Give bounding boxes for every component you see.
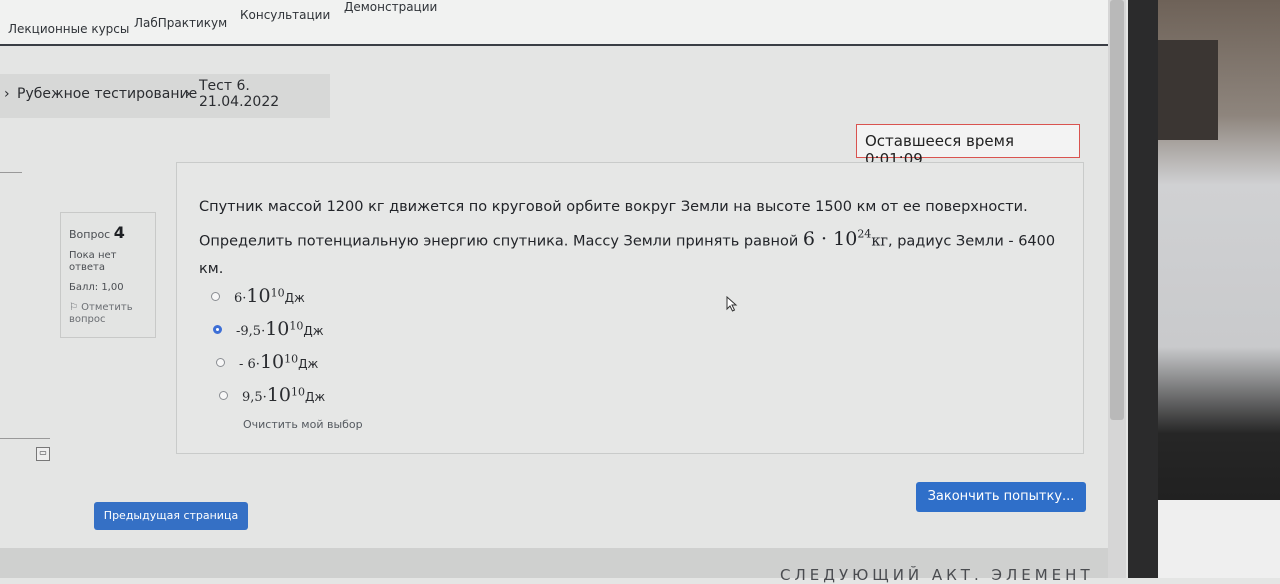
background-paper (1158, 500, 1280, 578)
next-activity-link[interactable]: СЛЕДУЮЩИЙ АКТ. ЭЛЕМЕНТ (780, 566, 1094, 584)
divider (0, 438, 50, 439)
earth-mass-formula: 6 · 1024 (803, 228, 871, 250)
breadcrumb-separator: › (185, 86, 191, 102)
top-navigation: Лекционные курсы ЛабПрактикум Консультац… (0, 0, 1108, 46)
divider (0, 172, 22, 173)
answer-text-2: -9,5·1010Дж (236, 318, 324, 340)
breadcrumb-item-test[interactable]: Тест 6. 21.04.2022 (199, 78, 330, 110)
earth-mass-exp: 24 (857, 228, 872, 241)
question-line-1: Спутник массой 1200 кг движется по круго… (199, 199, 1028, 215)
answer-status: Пока нет ответа (69, 250, 117, 273)
monitor-bezel (1128, 0, 1158, 578)
question-number-value: 4 (113, 223, 125, 242)
question-score: Балл: 1,00 (69, 282, 124, 293)
mouse-cursor-icon (726, 296, 738, 312)
nav-item-consultations[interactable]: Консультации (240, 8, 330, 22)
earth-mass-coef: 6 · 10 (802, 228, 858, 251)
flag-question-button[interactable]: ⚐ Отметить вопрос (69, 302, 147, 326)
answer-radio-1[interactable] (211, 291, 220, 301)
remaining-time: Оставшееся время 0:01:09 (856, 124, 1080, 168)
answer-option-1[interactable]: 6·1010Дж (211, 285, 305, 307)
nav-item-demonstrations[interactable]: Демонстрации (344, 0, 437, 14)
answer-radio-3[interactable] (216, 357, 225, 367)
question-info-panel: Вопрос 4 Пока нет ответа Балл: 1,00 ⚐ От… (60, 212, 156, 338)
previous-page-button[interactable]: Предыдущая страница (94, 502, 248, 530)
question-line-2-start: Определить потенциальную энергию спутник… (199, 233, 799, 250)
breadcrumb: › Рубежное тестирование › Тест 6. 21.04.… (0, 74, 330, 118)
background-room (1158, 0, 1280, 578)
background-shelf (1158, 40, 1218, 140)
flag-question-label: Отметить вопрос (69, 302, 133, 325)
finish-attempt-button[interactable]: Закончить попытку... (916, 482, 1086, 512)
question-text: Спутник массой 1200 кг движется по круго… (199, 193, 1069, 283)
question-label: Вопрос (69, 228, 111, 241)
answer-text-4: 9,5·1010Дж (242, 384, 326, 406)
question-line-2: Определить потенциальную энергию спутник… (199, 221, 1069, 283)
answer-option-2[interactable]: -9,5·1010Дж (213, 318, 324, 340)
question-content: Спутник массой 1200 кг движется по круго… (176, 162, 1084, 454)
flag-icon: ⚐ (69, 302, 78, 313)
answer-option-4[interactable]: 9,5·1010Дж (219, 384, 325, 406)
question-number: Вопрос 4 (69, 223, 147, 242)
scrollbar-thumb[interactable] (1110, 0, 1124, 420)
answer-text-3: - 6·1010Дж (239, 351, 319, 373)
answer-radio-2[interactable] (213, 324, 222, 334)
answer-radio-4[interactable] (219, 390, 228, 400)
clear-choice-link[interactable]: Очистить мой выбор (243, 418, 363, 431)
answer-option-3[interactable]: - 6·1010Дж (216, 351, 318, 373)
nav-item-lectures[interactable]: Лекционные курсы (8, 22, 129, 36)
earth-mass-unit: кг (871, 233, 888, 250)
breadcrumb-item-boundary-test[interactable]: Рубежное тестирование (17, 86, 197, 102)
collapse-toggle-icon[interactable]: ▭ (36, 447, 50, 461)
answer-text-1: 6·1010Дж (234, 285, 305, 307)
breadcrumb-separator: › (4, 86, 10, 102)
nav-item-labpractice[interactable]: ЛабПрактикум (134, 16, 227, 30)
